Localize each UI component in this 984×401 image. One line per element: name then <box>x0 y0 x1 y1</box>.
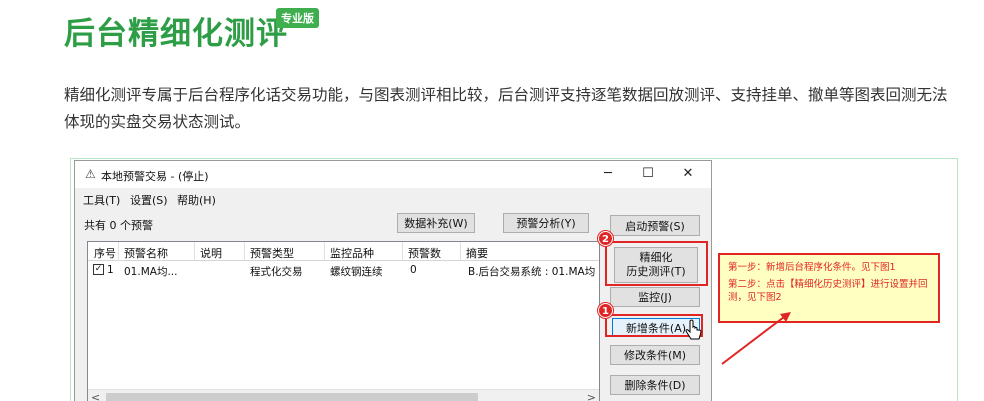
monitor-button[interactable]: 监控(J) <box>610 287 700 307</box>
step-1-badge: 1 <box>598 303 613 318</box>
menu-help[interactable]: 帮助(H) <box>177 192 216 208</box>
row-name: 01.MA均... <box>124 266 178 278</box>
delete-condition-button[interactable]: 删除条件(D) <box>610 375 700 395</box>
table-row[interactable]: ✓ 1 01.MA均... 程式化交易 螺纹钢连续 0 B.后台交易系统 : 0… <box>88 262 599 278</box>
col-header-desc[interactable]: 说明 <box>200 245 222 261</box>
col-header-summary[interactable]: 摘要 <box>466 245 488 261</box>
col-separator <box>244 242 245 261</box>
col-header-symbol[interactable]: 监控品种 <box>330 245 374 261</box>
col-header-type[interactable]: 预警类型 <box>250 245 294 261</box>
menu-bar: 工具(T) 设置(S) 帮助(H) <box>75 190 711 208</box>
modify-condition-button[interactable]: 修改条件(M) <box>610 345 700 365</box>
table-header: 序号 预警名称 说明 预警类型 监控品种 预警数 摘要 <box>88 242 599 261</box>
minimize-button[interactable]: ─ <box>593 165 623 183</box>
warning-triangle-icon: ⚠ <box>85 167 96 181</box>
highlight-refine-button <box>605 241 708 286</box>
scroll-left-arrow-icon[interactable]: < <box>91 391 100 401</box>
col-separator <box>324 242 325 261</box>
step-2-badge: 2 <box>598 231 613 246</box>
note-step-2: 第二步：点击【精细化历史测评】进行设置并回测，见下图2 <box>728 279 928 303</box>
col-separator <box>460 242 461 261</box>
close-button[interactable]: ✕ <box>673 165 703 183</box>
page-title: 后台精细化测评 <box>64 16 288 52</box>
col-header-index[interactable]: 序号 <box>94 245 116 261</box>
row-checkbox[interactable]: ✓ <box>93 264 104 275</box>
instruction-note: 第一步：新增后台程序化条件。见下图1 第二步：点击【精细化历史测评】进行设置并回… <box>718 253 940 323</box>
intro-paragraph: 精细化测评专属于后台程序化话交易功能，与图表测评相比较，后台测评支持逐笔数据回放… <box>64 86 948 131</box>
col-header-count[interactable]: 预警数 <box>408 245 441 261</box>
note-step-1: 第一步：新增后台程序化条件。见下图1 <box>728 262 896 273</box>
start-warning-button[interactable]: 启动预警(S) <box>610 215 700 236</box>
col-separator <box>118 242 119 261</box>
maximize-button[interactable]: ☐ <box>633 165 663 183</box>
scroll-right-arrow-icon[interactable]: > <box>587 391 596 401</box>
row-summary: B.后台交易系统 : 01.MA均 <box>468 266 596 278</box>
menu-tools[interactable]: 工具(T) <box>83 192 120 208</box>
row-index: 1 <box>107 264 114 276</box>
col-separator <box>194 242 195 261</box>
col-separator <box>402 242 403 261</box>
col-header-name[interactable]: 预警名称 <box>124 245 168 261</box>
data-fill-button[interactable]: 数据补充(W) <box>397 213 475 233</box>
warning-table[interactable]: 序号 预警名称 说明 预警类型 监控品种 预警数 摘要 ✓ 1 01.MA均..… <box>87 241 600 401</box>
warning-count-label: 共有 0 个预警 <box>84 219 153 232</box>
row-symbol: 螺纹钢连续 <box>330 266 383 278</box>
warning-analysis-button[interactable]: 预警分析(Y) <box>503 213 589 233</box>
scroll-thumb[interactable] <box>106 393 478 401</box>
title-bar: ⚠ 本地预警交易 - (停止) ─ ☐ ✕ <box>75 161 711 188</box>
row-type: 程式化交易 <box>250 266 303 278</box>
row-count: 0 <box>410 264 417 276</box>
window-title: 本地预警交易 - (停止) <box>101 170 209 183</box>
horizontal-scrollbar[interactable]: < > <box>88 389 599 401</box>
menu-settings[interactable]: 设置(S) <box>130 192 168 208</box>
pro-badge: 专业版 <box>276 8 319 28</box>
hand-cursor-icon <box>685 319 702 340</box>
